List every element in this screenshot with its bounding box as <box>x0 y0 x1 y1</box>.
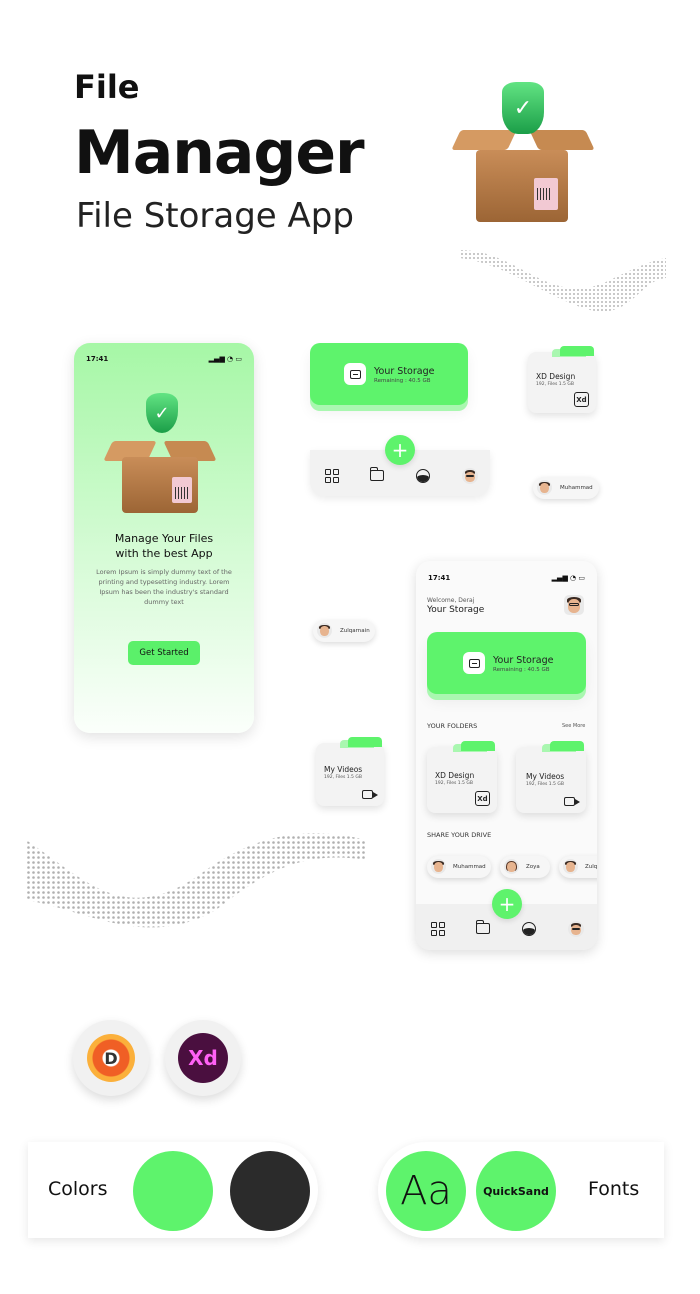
video-icon <box>362 790 378 799</box>
storage-card[interactable]: Your Storage Remaining : 40.5 GB <box>310 343 468 405</box>
folder-card-xd[interactable]: XD Design 192, Files 1.5 GB Xd <box>528 346 596 413</box>
welcome-text: Welcome, Deraj <box>427 597 475 604</box>
folder-tab-icon[interactable] <box>369 467 384 481</box>
onboarding-description: Lorem Ipsum is simply dummy text of the … <box>96 568 232 606</box>
folder-subtitle: 192, Files 1.5 GB <box>536 382 574 387</box>
folder-card-videos[interactable]: My Videos 192, Files 1.5 GB <box>316 737 384 806</box>
onboarding-title: Manage Your Files with the best App <box>114 532 214 560</box>
folder-subtitle: 192, Files 1.5 GB <box>324 775 362 780</box>
font-name: QuickSand <box>483 1184 549 1198</box>
chip-label: Zulqarnain <box>585 864 597 870</box>
chip-label: Zoya <box>526 864 540 870</box>
user-chip-zulqarnain[interactable]: Zulqarnain <box>313 620 375 642</box>
profile-avatar[interactable] <box>564 595 584 615</box>
color-swatch-green <box>133 1151 213 1231</box>
box-shield-illustration: ✓ <box>451 82 595 222</box>
folder-tab-icon[interactable] <box>475 920 490 934</box>
chip-label: Zulqarnain <box>340 628 370 634</box>
dribbble-app-icon: D <box>73 1020 149 1096</box>
dotted-wave-top <box>460 250 666 312</box>
folder-title: My Videos <box>526 772 565 781</box>
profile-avatar[interactable] <box>462 468 478 484</box>
grid-icon[interactable] <box>431 922 445 936</box>
user-chip-zoya[interactable]: Zoya <box>500 856 550 878</box>
see-more-link[interactable]: See More <box>562 723 585 729</box>
gallery-icon[interactable] <box>522 922 536 936</box>
storage-remaining: Remaining : 40.5 GB <box>374 378 431 384</box>
title-line-1: File <box>74 68 140 106</box>
profile-avatar[interactable] <box>568 921 584 937</box>
section-title-folders: YOUR FOLDERS <box>427 722 478 730</box>
folder-card-xd[interactable]: XD Design 192, Files 1.5 GB Xd <box>427 741 497 813</box>
onboarding-box-illustration: ✓ <box>103 393 217 513</box>
folder-title: My Videos <box>324 765 363 774</box>
folder-icon <box>344 363 366 385</box>
colors-panel: Colors <box>28 1142 318 1238</box>
chip-label: Muhammad <box>560 485 593 491</box>
storage-card[interactable]: Your Storage Remaining : 40.5 GB <box>427 632 586 694</box>
folder-subtitle: 192, Files 1.5 GB <box>526 782 564 787</box>
fonts-panel: Aa QuickSand Fonts <box>378 1142 664 1238</box>
font-name-circle: QuickSand <box>476 1151 556 1231</box>
xd-icon: Xd <box>475 791 490 806</box>
add-button[interactable]: + <box>385 435 415 465</box>
status-icons: ▂▄▆ ◔ ▭ <box>208 355 242 363</box>
avatar <box>317 623 332 638</box>
colors-label: Colors <box>48 1178 108 1200</box>
color-swatch-dark <box>230 1151 310 1231</box>
dribbble-icon: D <box>87 1034 135 1082</box>
chip-label: Muhammad <box>453 864 486 870</box>
video-icon <box>564 797 580 806</box>
onboarding-phone: 17:41 ▂▄▆ ◔ ▭ ✓ Manage Your Files with t… <box>74 343 254 733</box>
folder-icon <box>463 652 485 674</box>
section-title-share: SHARE YOUR DRIVE <box>427 831 492 839</box>
shield-check-icon: ✓ <box>146 393 178 433</box>
dotted-wave-bottom <box>26 833 366 928</box>
status-time: 17:41 <box>86 355 109 363</box>
avatar <box>504 859 519 874</box>
gallery-icon[interactable] <box>416 469 430 483</box>
storage-remaining: Remaining : 40.5 GB <box>493 667 550 673</box>
title-line-2: Manager <box>74 118 365 188</box>
user-chip-muhammad[interactable]: Muhammad <box>427 856 491 878</box>
status-icons: ▂▄▆ ◔ ▭ <box>551 574 585 582</box>
avatar <box>431 859 446 874</box>
dashboard-phone: 17:41 ▂▄▆ ◔ ▭ Welcome, Deraj Your Storag… <box>416 561 597 950</box>
folder-title: XD Design <box>435 771 475 780</box>
subtitle: File Storage App <box>76 196 354 236</box>
folder-card-videos[interactable]: My Videos 192, Files 1.5 GB <box>516 741 586 813</box>
fonts-label: Fonts <box>588 1178 640 1200</box>
folder-title: XD Design <box>536 372 576 381</box>
get-started-button[interactable]: Get Started <box>128 641 200 665</box>
user-chip-muhammad[interactable]: Muhammad <box>533 477 599 499</box>
adobe-xd-app-icon: Xd <box>165 1020 241 1096</box>
xd-icon: Xd <box>574 392 589 407</box>
font-sample: Aa <box>400 1168 452 1214</box>
user-chip-zulqarnain[interactable]: Zulqarnain <box>559 856 597 878</box>
folder-subtitle: 192, Files 1.5 GB <box>435 781 473 786</box>
avatar <box>563 859 578 874</box>
storage-title: Your Storage <box>374 366 435 377</box>
status-time: 17:41 <box>428 574 451 582</box>
grid-icon[interactable] <box>325 469 339 483</box>
xd-logo-icon: Xd <box>178 1033 228 1083</box>
avatar <box>537 480 552 495</box>
add-button[interactable]: + <box>492 889 522 919</box>
page-heading: Your Storage <box>427 605 485 615</box>
font-sample-circle: Aa <box>386 1151 466 1231</box>
shield-check-icon: ✓ <box>502 82 544 134</box>
storage-title: Your Storage <box>493 655 554 666</box>
